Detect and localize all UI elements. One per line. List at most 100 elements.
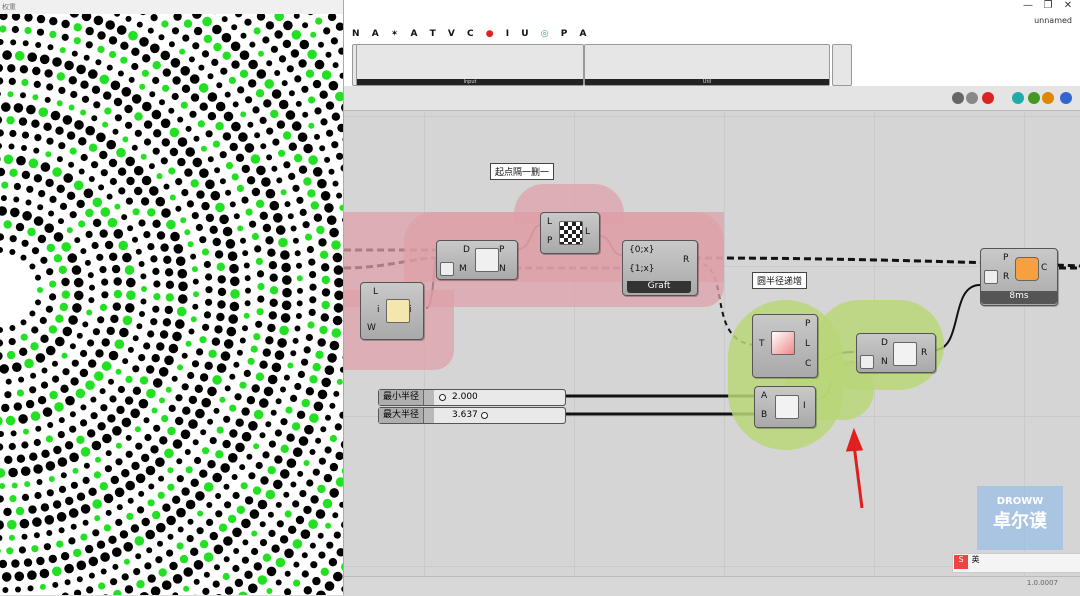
pattern-dot [183,586,189,592]
pattern-dot [10,235,17,242]
pattern-dot [109,36,117,44]
pattern-dot [43,123,51,131]
pattern-dot [276,398,282,404]
graft-component[interactable]: {0;x} {1;x} R Graft [622,240,698,296]
pattern-dot [280,535,288,543]
pattern-dot [257,296,264,303]
input-port-label: {0;x} [629,245,655,255]
pattern-dot [240,70,248,78]
pattern-dot [166,281,174,289]
pattern-dot [184,168,192,176]
pattern-dot [299,490,306,497]
pattern-dot [248,60,258,70]
pattern-dot [104,494,114,504]
ime-toolbar[interactable]: S 英 [952,553,1080,573]
max-radius-slider[interactable]: 最大半径 3.637 [378,407,566,424]
pattern-dot [269,441,276,448]
pattern-dot [192,42,199,49]
pattern-dot [0,468,5,478]
pattern-dot [334,291,343,301]
pattern-dot [252,233,259,240]
pattern-dot [118,168,126,176]
pattern-dot [86,231,93,238]
pattern-dot [7,351,15,359]
pattern-dot [73,549,81,557]
pattern-dot [176,508,186,518]
pattern-dot [41,162,51,172]
pattern-dot [84,189,94,199]
pattern-dot [12,362,22,372]
pattern-dot [21,441,28,448]
remap-component[interactable]: D N R [856,333,936,373]
pattern-dot [134,112,142,120]
pattern-dot [340,367,343,373]
list-item-component[interactable]: L i W i [360,282,424,340]
pattern-dot [303,144,313,154]
pattern-dot [216,102,226,112]
dispatch-component[interactable]: D M P N [436,240,518,280]
pattern-dot [297,411,305,419]
pattern-dot [40,335,48,343]
remap-icon [893,342,917,366]
pattern-dot [233,101,239,107]
pattern-dot [93,219,101,227]
pattern-dot [229,77,236,84]
flatten-icon[interactable] [440,262,454,276]
pattern-dot [67,131,75,139]
cull-pattern-component[interactable]: L P L [540,212,600,254]
pattern-dot [61,20,69,28]
pattern-dot [259,361,267,369]
construct-domain-component[interactable]: A B I [754,386,816,428]
pattern-dot [0,91,1,97]
pattern-dot [212,375,222,385]
pattern-dot [114,277,122,285]
slider-knob[interactable] [481,412,488,419]
pattern-dot [77,200,85,208]
pattern-dot [166,550,173,557]
pattern-dot [52,567,62,577]
min-radius-slider[interactable]: 最小半径 2.000 [378,389,566,406]
pattern-dot [33,148,39,154]
series-component[interactable]: T P L C [752,314,818,378]
flatten-modifier-icon[interactable] [984,270,998,284]
pattern-dot [36,353,46,363]
pattern-dot [296,516,304,524]
ime-language[interactable]: 英 [972,555,980,564]
pattern-dot [223,52,231,60]
pattern-dot [320,251,328,259]
graft-modifier-icon[interactable] [860,355,874,369]
pattern-dot [146,365,154,373]
pattern-dot [205,273,212,280]
slider-knob[interactable] [439,394,446,401]
pattern-dot [252,188,260,196]
pattern-dot [4,155,14,165]
pattern-dot [318,238,326,246]
pattern-dot [314,402,324,412]
pattern-dot [126,513,133,520]
pattern-dot [330,463,338,471]
pattern-dot [291,226,297,232]
circle-component[interactable]: P R C 8ms [980,248,1058,306]
pattern-dot [10,39,16,45]
pattern-dot [135,536,145,546]
pattern-dot [166,387,172,393]
green-group-title[interactable]: 圆半径递增 [752,272,807,289]
rhino-viewport[interactable]: 权重 [0,0,344,595]
pattern-dot [61,552,69,560]
pattern-dot [334,265,343,275]
pattern-dot [89,144,97,152]
pink-group-title[interactable]: 起点隔一删一 [490,163,554,180]
pattern-dot [131,462,139,470]
pattern-dot [152,408,158,414]
pattern-dot [237,185,244,192]
pattern-dot [100,229,108,237]
pattern-dot [217,427,224,434]
pattern-dot [175,394,182,401]
pattern-dot [342,466,343,476]
pattern-dot [306,70,314,78]
pattern-dot [30,373,36,379]
pattern-dot [22,171,30,179]
pattern-dot [314,134,320,140]
pattern-dot [244,370,251,377]
pattern-dot [0,443,3,450]
